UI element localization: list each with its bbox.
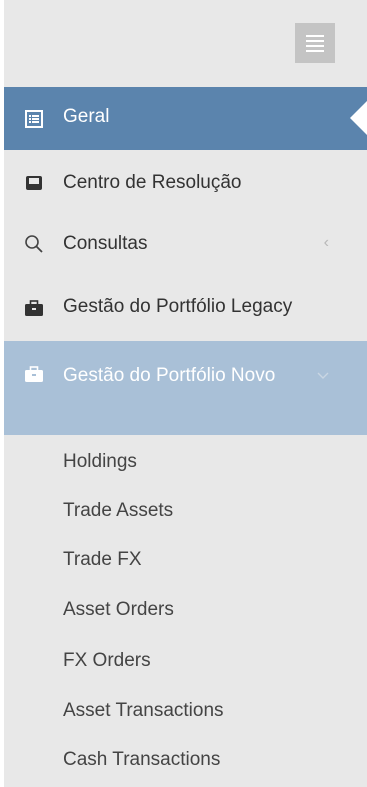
sidebar: Geral Centro de Resolução Consultas ‹ Ge… [4, 0, 367, 787]
menu-item-gestao-portfolio-novo[interactable]: Gestão do Portfólio Novo [4, 341, 367, 435]
menu-item-label: Consultas [63, 233, 148, 254]
submenu-item-asset-orders[interactable]: Asset Orders [63, 599, 174, 621]
hamburger-icon-line [306, 40, 324, 42]
submenu-item-trade-assets[interactable]: Trade Assets [63, 500, 173, 522]
menu-item-centro-de-resolucao[interactable]: Centro de Resolução [4, 153, 367, 213]
menu-item-consultas[interactable]: Consultas ‹ [4, 214, 367, 276]
hamburger-icon-line [306, 45, 324, 47]
submenu-item-cash-transactions[interactable]: Cash Transactions [63, 749, 220, 771]
chevron-down-icon [317, 367, 329, 385]
briefcase-icon [24, 298, 44, 318]
menu-item-label: Gestão do Portfólio Novo [63, 365, 276, 386]
briefcase-icon [24, 364, 44, 384]
inbox-icon [24, 173, 44, 193]
menu-item-geral[interactable]: Geral [4, 87, 367, 150]
search-icon [24, 234, 44, 254]
list-icon [24, 109, 44, 129]
menu-item-label: Gestão do Portfólio Legacy [63, 296, 293, 317]
submenu-item-trade-fx[interactable]: Trade FX [63, 549, 142, 571]
menu-item-gestao-portfolio-legacy[interactable]: Gestão do Portfólio Legacy [4, 277, 367, 339]
active-indicator [350, 101, 367, 135]
hamburger-icon-line [306, 50, 324, 52]
menu-item-label: Geral [63, 106, 110, 127]
chevron-left-icon: ‹ [323, 234, 329, 251]
submenu-item-fx-orders[interactable]: FX Orders [63, 650, 151, 672]
hamburger-icon-line [306, 35, 324, 37]
submenu-item-asset-transactions[interactable]: Asset Transactions [63, 700, 224, 722]
submenu-item-holdings[interactable]: Holdings [63, 451, 137, 473]
sidebar-toggle-button[interactable] [295, 23, 335, 63]
menu-item-label: Centro de Resolução [63, 172, 242, 193]
